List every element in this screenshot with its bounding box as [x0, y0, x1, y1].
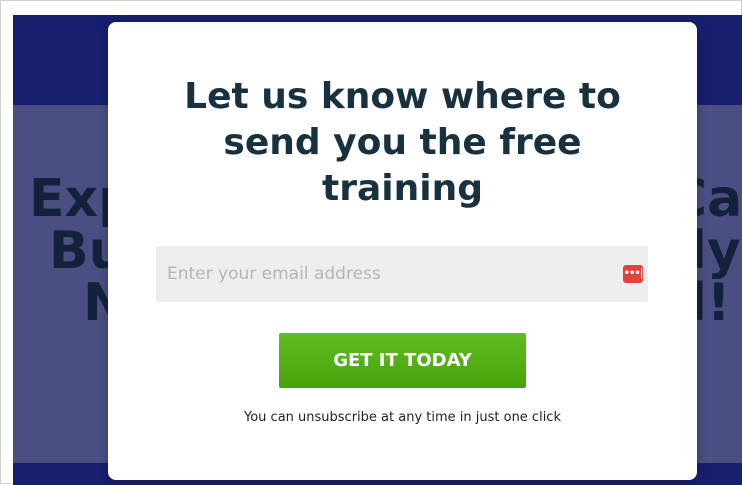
browser-viewport: Exp Ca Bu ly N l! Let us know where to s…	[0, 0, 742, 485]
password-manager-icon[interactable]: •••|	[623, 265, 643, 283]
email-field[interactable]	[156, 246, 648, 302]
unsubscribe-note: You can unsubscribe at any time in just …	[244, 410, 561, 425]
modal-title: Let us know where to send you the free t…	[184, 76, 621, 209]
optin-modal: Let us know where to send you the free t…	[108, 22, 697, 480]
get-it-today-button[interactable]: GET IT TODAY	[279, 333, 526, 388]
